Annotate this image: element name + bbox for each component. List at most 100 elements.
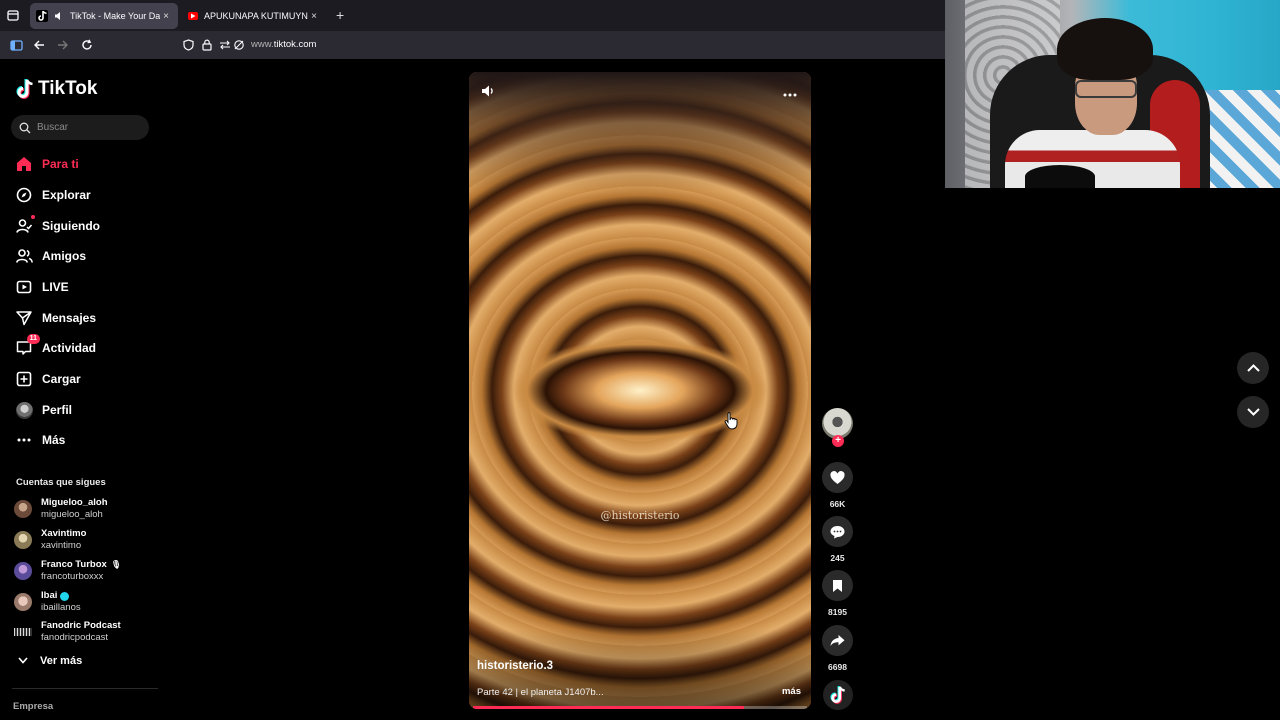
browser-nav-bar: www.tiktok.com: [0, 31, 945, 59]
follow-plus-icon[interactable]: +: [832, 435, 844, 447]
comment-button[interactable]: [822, 516, 853, 547]
speaker-icon[interactable]: [54, 10, 64, 22]
nav-perfil[interactable]: Perfil: [15, 398, 72, 422]
video-progress-bar[interactable]: [473, 706, 807, 709]
sidebar-divider: [12, 688, 158, 689]
person-follow-icon: [15, 215, 35, 235]
home-icon: [15, 155, 33, 173]
nav-label: Explorar: [42, 188, 91, 202]
previous-video-button[interactable]: [1237, 352, 1269, 384]
avatar: [14, 531, 32, 549]
following-account[interactable]: Migueloo_aloh migueloo_aloh: [14, 496, 108, 522]
avatar: [14, 593, 32, 611]
tiktok-logo[interactable]: TikTok: [16, 78, 97, 100]
search-input[interactable]: [37, 122, 137, 133]
verified-icon: [60, 591, 70, 601]
activity-badge: 11: [26, 334, 40, 344]
chevron-up-icon: [1246, 364, 1260, 372]
account-handle: francoturboxxx: [41, 571, 104, 582]
notification-dot: [31, 215, 35, 219]
volume-icon[interactable]: [481, 84, 495, 103]
following-account[interactable]: Xavintimo xavintimo: [14, 527, 86, 553]
next-video-button[interactable]: [1237, 396, 1269, 428]
upload-icon: [15, 370, 33, 388]
nav-mas[interactable]: Más: [15, 428, 65, 452]
friends-icon: [15, 247, 33, 265]
video-progress-fill: [473, 706, 744, 709]
url-prefix: www.: [251, 39, 274, 50]
description-more-button[interactable]: más: [782, 686, 801, 697]
like-count: 66K: [829, 499, 846, 509]
tiktok-favicon-icon: [36, 10, 48, 22]
see-more-button[interactable]: Ver más: [18, 655, 82, 667]
nav-para-ti[interactable]: Para ti: [15, 152, 79, 176]
sidebar-toggle-icon[interactable]: [8, 37, 24, 53]
account-handle: migueloo_aloh: [41, 509, 103, 520]
account-handle: xavintimo: [41, 540, 82, 551]
following-account[interactable]: Ibai ibaillanos: [14, 589, 81, 615]
tracking-protection-icon[interactable]: [231, 37, 247, 53]
nav-amigos[interactable]: Amigos: [15, 244, 86, 268]
music-disc[interactable]: [823, 680, 853, 710]
nav-siguiendo[interactable]: Siguiendo: [15, 214, 100, 238]
tab-youtube[interactable]: APUKUNAPA KUTIMUYNIN PV2 ×: [182, 3, 326, 29]
live-icon: [15, 278, 33, 296]
compass-icon: [15, 186, 33, 204]
nav-label: Siguiendo: [42, 219, 100, 233]
back-arrow-icon[interactable]: [31, 37, 47, 53]
bookmark-icon: [833, 579, 842, 592]
reload-icon[interactable]: [79, 37, 95, 53]
video-player[interactable]: @historisterio historisterio.3 Parte 42 …: [469, 72, 811, 709]
account-name: Migueloo_aloh: [41, 497, 108, 508]
company-link[interactable]: Empresa: [13, 701, 53, 712]
comment-icon: [830, 525, 845, 538]
following-account[interactable]: Franco Turbox 🎙 francoturboxxx: [14, 558, 121, 584]
nav-actividad[interactable]: 11 Actividad: [15, 334, 96, 360]
account-name: Franco Turbox: [41, 559, 107, 570]
webcam-overlay: [945, 0, 1280, 188]
search-icon: [19, 122, 31, 133]
lock-icon[interactable]: [199, 37, 215, 53]
comment-count: 245: [830, 553, 845, 563]
tab-overview-icon[interactable]: [4, 6, 22, 24]
avatar: [14, 628, 32, 636]
share-count: 6698: [828, 662, 847, 672]
url-field[interactable]: www.tiktok.com: [251, 39, 316, 50]
nav-label: Amigos: [42, 249, 87, 263]
close-tab-icon[interactable]: ×: [308, 11, 320, 22]
save-button[interactable]: [822, 570, 853, 601]
webcam-microphone: [1025, 165, 1095, 188]
url-domain: tiktok.com: [273, 39, 317, 50]
nav-cargar[interactable]: Cargar: [15, 367, 81, 391]
youtube-favicon-icon: [188, 12, 198, 20]
see-more-label: Ver más: [40, 655, 83, 667]
send-icon: [15, 309, 33, 327]
tab-tiktok[interactable]: TikTok - Make Your Day ×: [30, 3, 178, 29]
video-author[interactable]: historisterio.3: [477, 660, 553, 672]
share-button[interactable]: [822, 625, 853, 656]
search-box[interactable]: [11, 115, 149, 140]
account-handle: fanodricpodcast: [41, 632, 109, 643]
nav-label: Cargar: [42, 372, 81, 386]
nav-label: Mensajes: [42, 311, 97, 325]
nav-live[interactable]: LIVE: [15, 275, 69, 299]
nav-mensajes[interactable]: Mensajes: [15, 306, 96, 330]
nav-explorar[interactable]: Explorar: [15, 183, 91, 207]
tab-title: TikTok - Make Your Day: [70, 11, 160, 21]
webcam-person-hair: [1057, 18, 1153, 80]
following-account[interactable]: Fanodric Podcast fanodricpodcast: [14, 619, 121, 645]
avatar: [14, 500, 32, 518]
tab-title: APUKUNAPA KUTIMUYNIN PV2: [204, 11, 308, 21]
forward-arrow-icon[interactable]: [55, 37, 71, 53]
tiktok-music-icon: [830, 686, 845, 704]
video-watermark: @historisterio: [600, 509, 680, 522]
account-name: Xavintimo: [41, 528, 87, 539]
like-button[interactable]: [822, 462, 853, 493]
new-tab-button[interactable]: +: [336, 7, 344, 23]
activity-icon: 11: [15, 334, 40, 357]
shield-icon[interactable]: [180, 37, 196, 53]
share-icon: [830, 635, 845, 646]
nav-label: Perfil: [42, 403, 73, 417]
close-tab-icon[interactable]: ×: [160, 11, 172, 22]
more-options-icon[interactable]: [783, 84, 797, 100]
